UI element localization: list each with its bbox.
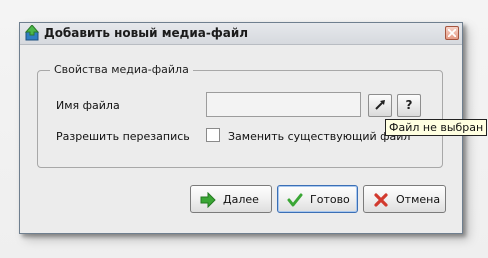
browse-button[interactable] bbox=[368, 94, 392, 117]
close-button[interactable] bbox=[445, 26, 459, 40]
media-properties-group: Свойства медиа-файла bbox=[37, 63, 443, 168]
close-icon bbox=[448, 29, 456, 37]
help-button[interactable]: ? bbox=[397, 94, 421, 117]
group-title: Свойства медиа-файла bbox=[50, 63, 193, 76]
ok-button[interactable]: Готово bbox=[277, 185, 358, 213]
checkmark-icon bbox=[287, 192, 303, 208]
next-label: Далее bbox=[223, 193, 259, 206]
filename-input[interactable] bbox=[206, 92, 361, 117]
cancel-x-icon bbox=[373, 192, 389, 208]
arrow-right-icon bbox=[200, 191, 216, 209]
dialog-window: Добавить новый медиа-файл Свойства медиа… bbox=[19, 22, 488, 234]
ok-label: Готово bbox=[310, 193, 350, 206]
add-media-icon bbox=[24, 24, 40, 41]
next-button[interactable]: Далее bbox=[190, 185, 272, 213]
window-title: Добавить новый медиа-файл bbox=[44, 26, 249, 40]
tooltip: Файл не выбран bbox=[385, 119, 488, 136]
overwrite-label: Разрешить перезапись bbox=[56, 130, 190, 143]
replace-checkbox-label[interactable]: Заменить существующий файл bbox=[228, 130, 410, 143]
cancel-label: Отмена bbox=[396, 193, 441, 206]
filename-label: Имя файла bbox=[56, 99, 120, 112]
replace-checkbox[interactable] bbox=[206, 128, 220, 142]
arrow-up-right-icon bbox=[375, 100, 385, 110]
title-bar[interactable]: Добавить новый медиа-файл bbox=[20, 23, 462, 45]
cancel-button[interactable]: Отмена bbox=[363, 185, 446, 213]
